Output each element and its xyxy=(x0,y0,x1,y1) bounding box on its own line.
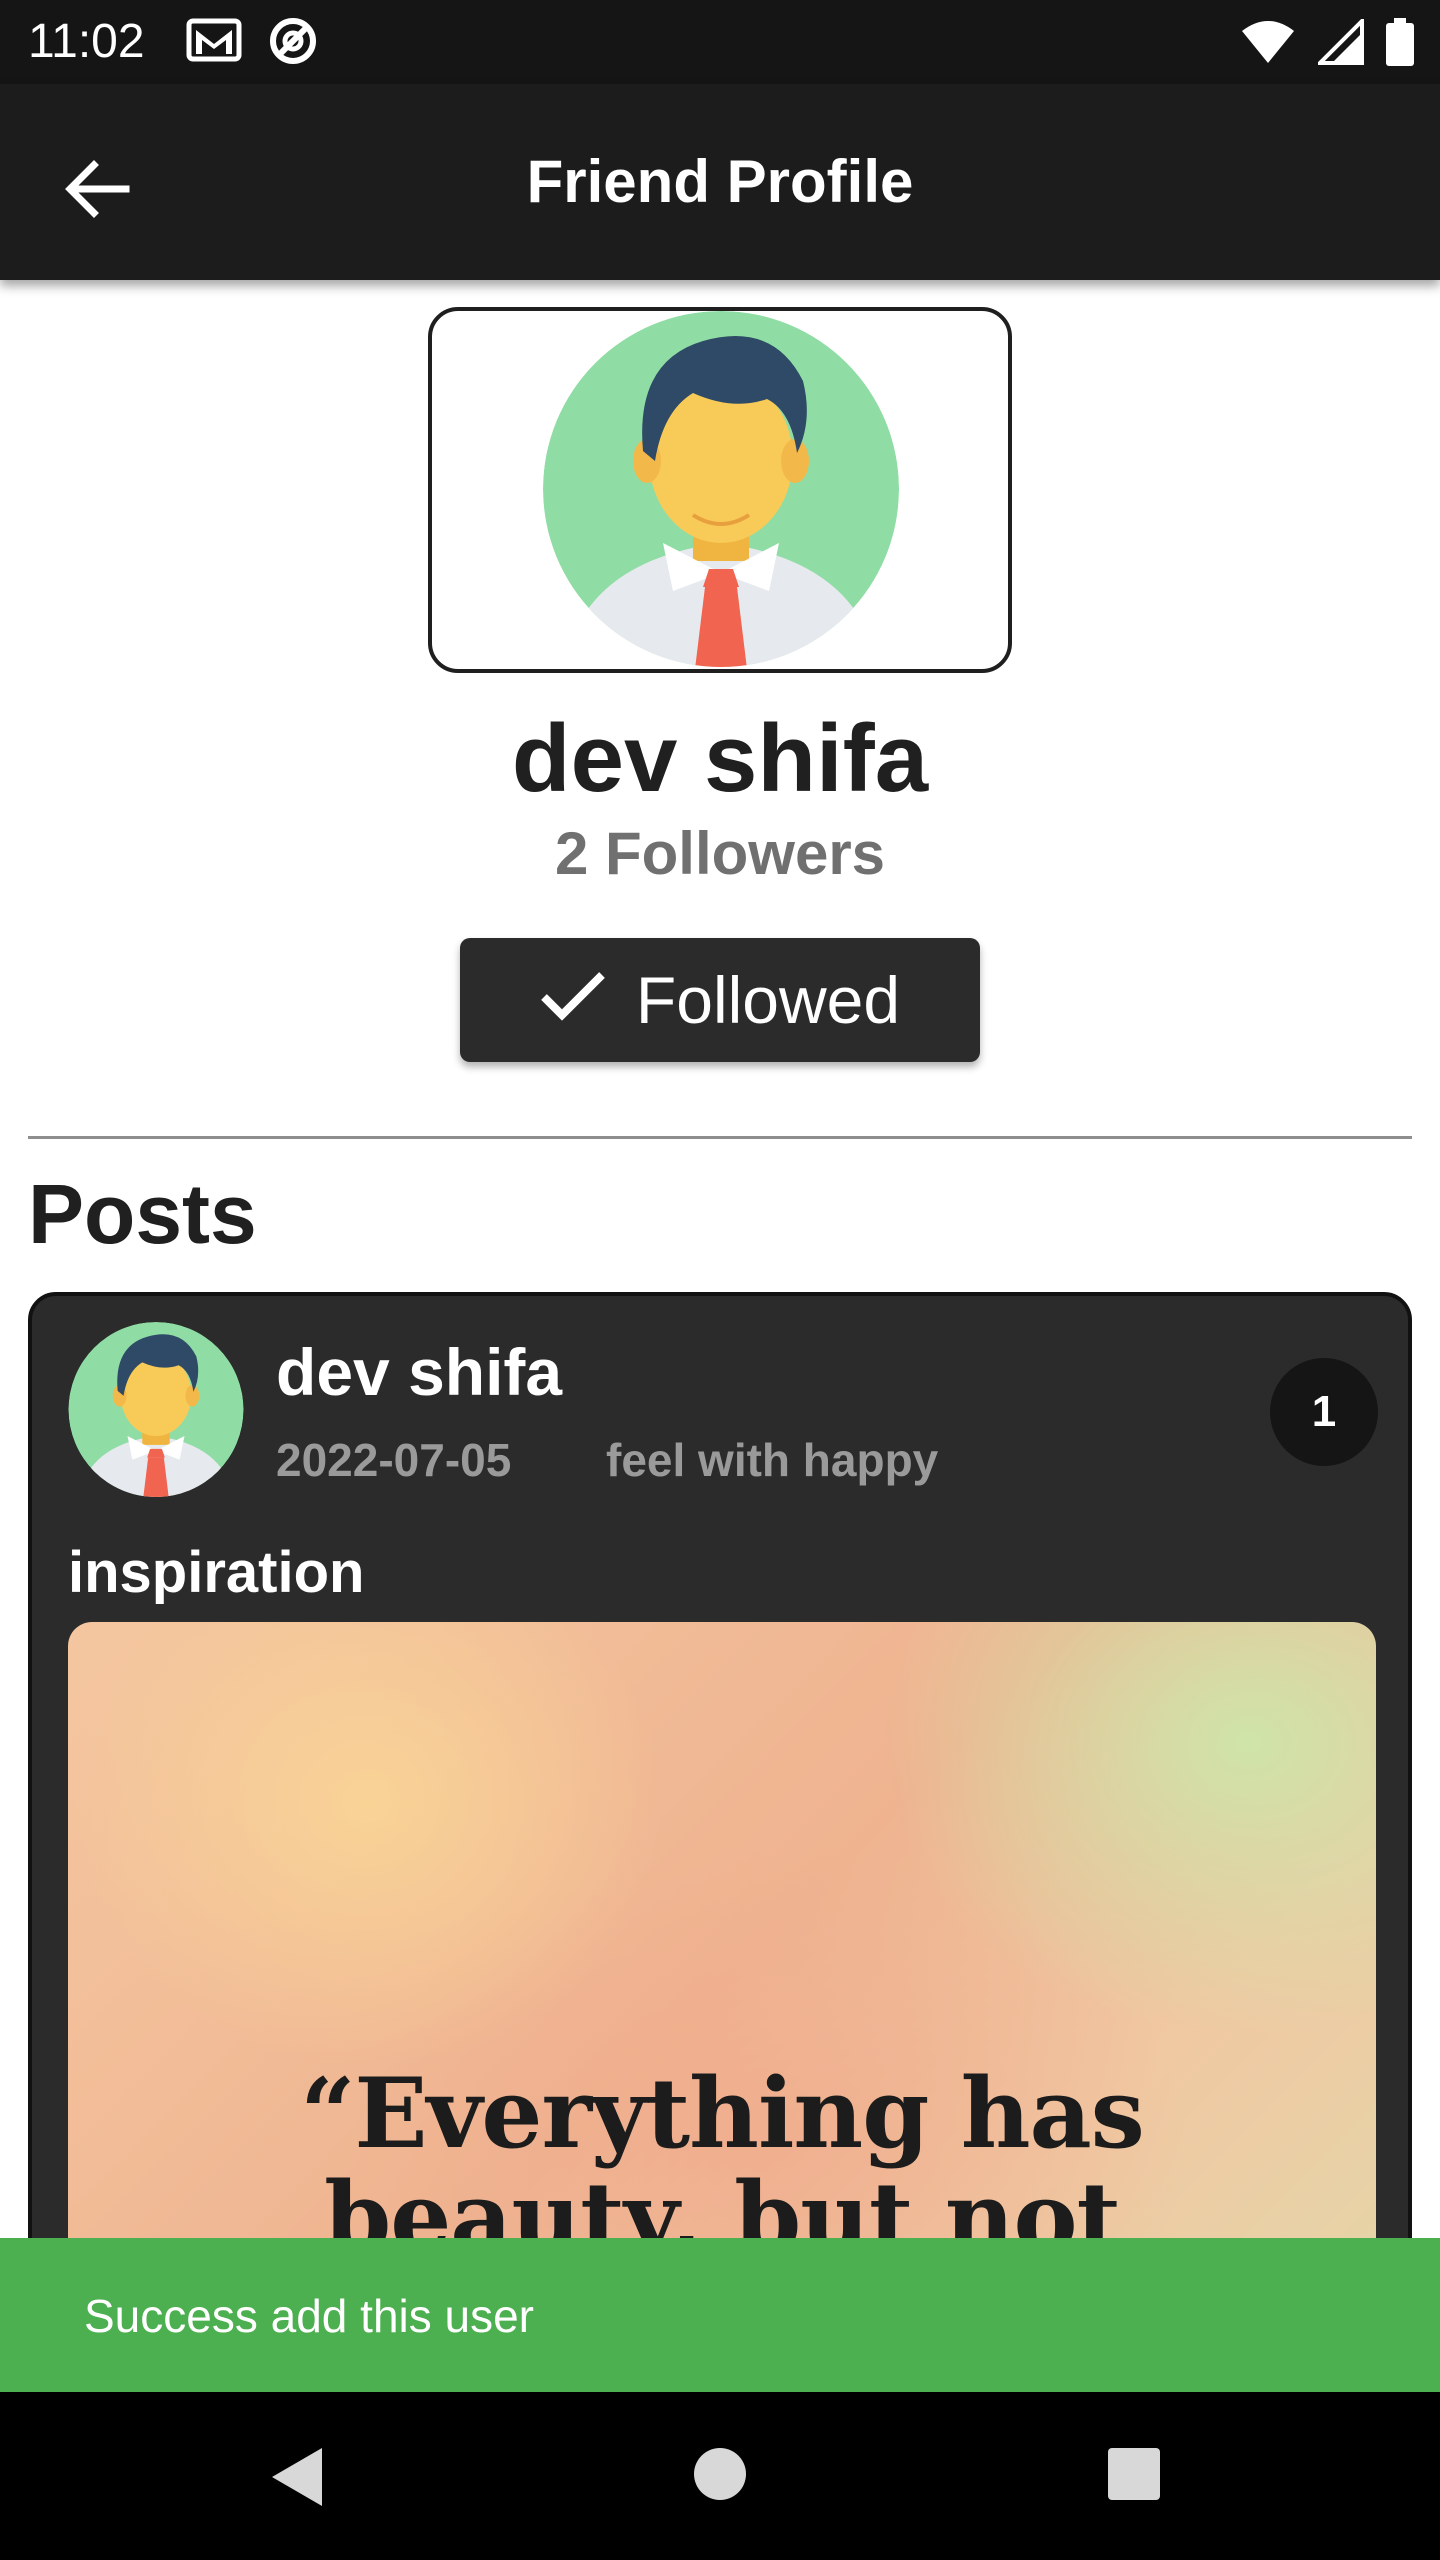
status-bar: 11:02 xyxy=(0,0,1440,84)
followers-count: 2 Followers xyxy=(554,820,886,887)
nav-back-button[interactable] xyxy=(268,2446,324,2513)
app-bar: Friend Profile xyxy=(0,84,1440,280)
friend-profile-screen: 11:02 Friend Profile dev shifa 2 Followe… xyxy=(0,0,1440,2560)
nav-home-button[interactable] xyxy=(694,2448,746,2500)
check-icon xyxy=(540,960,606,1040)
battery-icon xyxy=(1386,18,1414,71)
post-count-badge[interactable]: 1 xyxy=(1270,1358,1378,1466)
system-nav-bar xyxy=(0,2392,1440,2560)
snackbar: Success add this user xyxy=(0,2238,1440,2392)
post-image[interactable]: “Everything has beauty, but not xyxy=(68,1622,1376,2288)
status-time: 11:02 xyxy=(28,15,145,68)
profile-avatar-frame xyxy=(428,307,1012,673)
profile-avatar xyxy=(543,311,899,674)
posts-section-title: Posts xyxy=(28,1167,257,1261)
gmail-icon xyxy=(186,16,242,71)
post-card[interactable]: dev shifa 2022-07-05 feel with happy 1 i… xyxy=(28,1292,1412,2292)
snackbar-message: Success add this user xyxy=(84,2290,535,2342)
signal-icon xyxy=(1315,16,1364,70)
no-disturb-icon xyxy=(268,16,318,71)
followed-button[interactable]: Followed xyxy=(460,938,980,1062)
page-title: Friend Profile xyxy=(526,148,914,215)
post-feeling: feel with happy xyxy=(606,1434,939,1486)
nav-recents-button[interactable] xyxy=(1108,2448,1160,2500)
post-author-name: dev shifa xyxy=(276,1335,563,1409)
wifi-icon xyxy=(1240,19,1296,70)
followed-button-label: Followed xyxy=(635,963,901,1037)
divider xyxy=(28,1136,1412,1139)
nav-back-icon xyxy=(268,2448,324,2512)
profile-name: dev shifa xyxy=(511,705,929,812)
post-author-avatar xyxy=(68,1322,244,1503)
post-text: inspiration xyxy=(68,1540,365,1605)
post-date: 2022-07-05 xyxy=(276,1434,512,1486)
